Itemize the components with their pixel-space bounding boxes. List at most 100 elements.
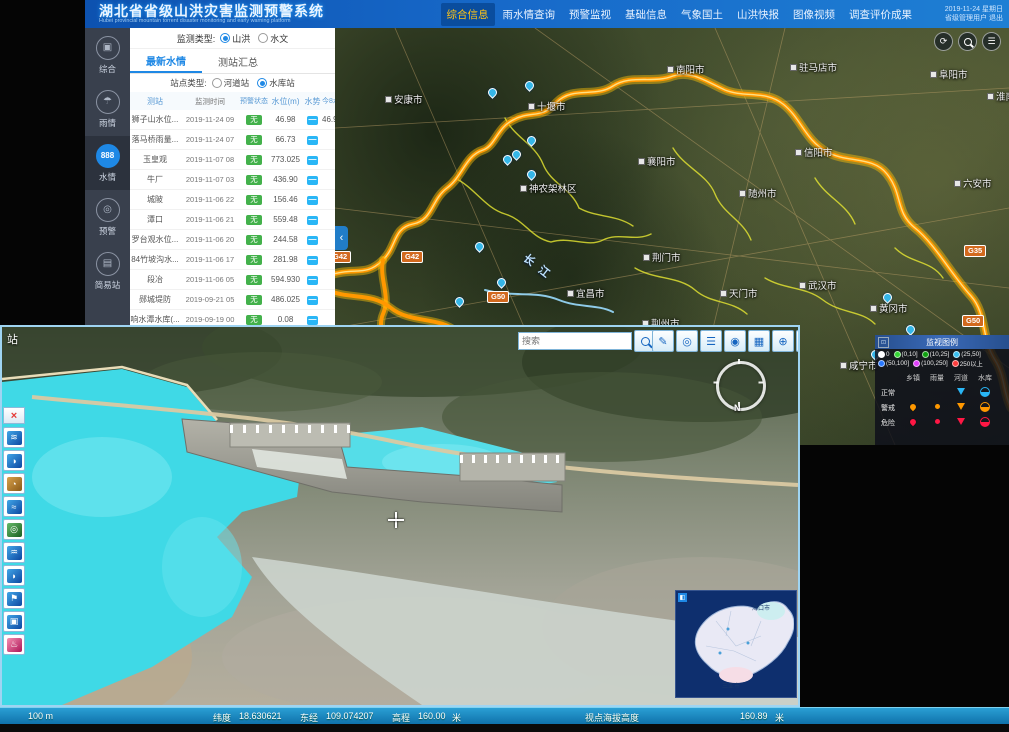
- table-row[interactable]: 落马桥雨量... 2019-11-24 07 无 66.73 —: [130, 130, 335, 150]
- col-today[interactable]: 今8水位(m): [322, 96, 334, 106]
- nav-item[interactable]: 综合信息: [441, 3, 495, 26]
- nav-item[interactable]: 图像视频: [787, 3, 841, 26]
- trend-cell: —: [303, 255, 322, 265]
- station-name[interactable]: 段冶: [130, 274, 180, 285]
- table-row[interactable]: 罗台观水位... 2019-11-06 20 无 244.58 —: [130, 230, 335, 250]
- city-label: 阜阳市: [930, 67, 968, 81]
- table-row[interactable]: 城陂 2019-11-06 22 无 156.46 —: [130, 190, 335, 210]
- monitor-time: 2019-11-07 08: [180, 155, 240, 164]
- monitor-time: 2019-11-24 09: [180, 115, 240, 124]
- search-input[interactable]: [518, 332, 632, 350]
- table-row[interactable]: 段冶 2019-11-06 05 无 594.930 —: [130, 270, 335, 290]
- col-station[interactable]: 测站: [130, 96, 180, 107]
- alarm-status: 无: [240, 295, 268, 305]
- radio-icon: [258, 33, 268, 43]
- toolbar-button[interactable]: ▦: [748, 330, 770, 352]
- tool-icon: ≋: [7, 431, 22, 445]
- sidebar-item[interactable]: ▤ 简易站: [85, 244, 130, 298]
- toolbar-button[interactable]: ☰: [700, 330, 722, 352]
- rotate-icon[interactable]: ⟳: [934, 32, 953, 51]
- city-label: 天门市: [720, 286, 758, 300]
- trend-cell: —: [303, 215, 322, 225]
- search-icon[interactable]: [958, 32, 977, 51]
- toolbar-button[interactable]: ⊕: [772, 330, 794, 352]
- table-row[interactable]: 玉皇观 2019-11-07 08 无 773.025 —: [130, 150, 335, 170]
- col-status[interactable]: 预警状态: [240, 96, 268, 106]
- table-row[interactable]: 84竹坡沟水... 2019-11-06 17 无 281.98 —: [130, 250, 335, 270]
- tool-button[interactable]: ≈: [3, 496, 25, 517]
- tool-button[interactable]: ▣: [3, 611, 25, 632]
- rain-legend-item: 250以上: [952, 359, 983, 368]
- nav-item[interactable]: 预警监视: [563, 3, 617, 26]
- county-boundaries: [455, 118, 943, 324]
- col-riverway: 河道: [949, 373, 973, 383]
- panel-tab[interactable]: 最新水情: [130, 49, 202, 73]
- nav-item[interactable]: 雨水情查询: [497, 3, 562, 26]
- overview-inset-map[interactable]: ◧ 海口市三亚市: [675, 590, 797, 698]
- tool-button[interactable]: ♨: [3, 634, 25, 655]
- layers-icon[interactable]: ☰: [982, 32, 1001, 51]
- trend-steady-icon: —: [307, 276, 318, 285]
- compass[interactable]: N: [714, 359, 766, 417]
- table-row[interactable]: 牛厂 2019-11-07 03 无 436.90 —: [130, 170, 335, 190]
- tool-button[interactable]: ♒: [3, 542, 25, 563]
- radio-option[interactable]: 水文: [258, 32, 288, 45]
- inset-toggle-icon[interactable]: ◧: [678, 593, 687, 602]
- table-row[interactable]: 狮子山水位... 2019-11-24 09 无 46.98 — 46.99: [130, 110, 335, 130]
- station-name[interactable]: 城陂: [130, 194, 180, 205]
- panel-collapse-button[interactable]: ‹: [335, 226, 348, 250]
- sidebar-item[interactable]: 888 水情: [85, 136, 130, 190]
- station-name[interactable]: 玉皇观: [130, 154, 180, 165]
- station-name[interactable]: 84竹坡沟水...: [130, 254, 180, 265]
- city-label: 六安市: [954, 176, 992, 190]
- radio-option[interactable]: 山洪: [220, 32, 250, 45]
- tool-button[interactable]: ◔: [3, 473, 25, 494]
- viewer-3d-window[interactable]: 站 ✎◎☰◉▦⊕↶ N × ≋◑◔≈◎♒◗⚑▣♨ ◧: [0, 325, 800, 707]
- col-time[interactable]: 监测时间: [180, 96, 240, 107]
- sidebar-item[interactable]: ☂ 雨情: [85, 82, 130, 136]
- nav-item[interactable]: 调查评价成果: [843, 3, 918, 26]
- nav-item[interactable]: 气象国土: [675, 3, 729, 26]
- col-trend[interactable]: 水势: [303, 96, 322, 107]
- close-icon[interactable]: ×: [3, 407, 25, 424]
- station-name[interactable]: 落马桥雨量...: [130, 134, 180, 145]
- toolbar-button[interactable]: ◉: [724, 330, 746, 352]
- tool-button[interactable]: ◎: [3, 519, 25, 540]
- current-user[interactable]: 省级管理用户 退出: [927, 14, 1003, 23]
- tool-icon: ⚑: [7, 592, 22, 606]
- city-label: 随州市: [739, 186, 777, 200]
- user-date-block[interactable]: 2019-11-24 星期日 省级管理用户 退出: [927, 5, 1003, 23]
- sidebar-item[interactable]: ▣ 综合: [85, 28, 130, 82]
- nav-item[interactable]: 基础信息: [619, 3, 673, 26]
- sidebar-item-icon: ◎: [96, 198, 120, 222]
- sidebar-item[interactable]: ◎ 预警: [85, 190, 130, 244]
- station-name[interactable]: 罗台观水位...: [130, 234, 180, 245]
- table-header: 测站 监测时间 预警状态 水位(m) 水势 今8水位(m): [130, 92, 335, 110]
- station-name[interactable]: 响水潭水库(...: [130, 314, 180, 325]
- tool-button[interactable]: ⚑: [3, 588, 25, 609]
- tool-button[interactable]: ◑: [3, 450, 25, 471]
- status-badge: 无: [246, 255, 262, 265]
- filter-label: 监测类型:: [177, 32, 216, 45]
- station-name[interactable]: 狮子山水位...: [130, 114, 180, 125]
- legend-grid: 乡镇 雨量 河道 水库 正常 警戒: [875, 370, 1009, 430]
- station-name[interactable]: 牛厂: [130, 174, 180, 185]
- tool-button[interactable]: ◗: [3, 565, 25, 586]
- toolbar-button[interactable]: ◎: [676, 330, 698, 352]
- panel-tab[interactable]: 测站汇总: [202, 49, 274, 73]
- station-name[interactable]: 郧城堤防: [130, 294, 180, 305]
- nav-item[interactable]: 山洪快报: [731, 3, 785, 26]
- table-row[interactable]: 潭口 2019-11-06 21 无 559.48 —: [130, 210, 335, 230]
- col-level[interactable]: 水位(m): [268, 96, 303, 107]
- toolbar-button[interactable]: ✎: [652, 330, 674, 352]
- road-shield: G42: [335, 251, 351, 263]
- radio-option[interactable]: 河道站: [212, 77, 250, 89]
- toolbar-button[interactable]: ↶: [796, 330, 800, 352]
- status-badge: 无: [246, 315, 262, 325]
- table-row[interactable]: 郧城堤防 2019-09-21 05 无 486.025 —: [130, 290, 335, 310]
- panel-tabs: 最新水情测站汇总: [130, 49, 335, 74]
- station-name[interactable]: 潭口: [130, 214, 180, 225]
- tool-button[interactable]: ≋: [3, 427, 25, 448]
- radio-option[interactable]: 水库站: [257, 77, 295, 89]
- legend-collapse-icon[interactable]: ⊡: [878, 337, 889, 348]
